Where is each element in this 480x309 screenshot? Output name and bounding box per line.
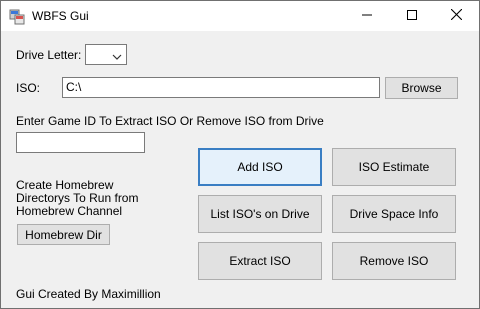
- drive-letter-select[interactable]: [85, 44, 127, 65]
- game-id-label: Enter Game ID To Extract ISO Or Remove I…: [16, 114, 324, 128]
- close-button[interactable]: [434, 1, 479, 31]
- app-window: WBFS Gui Drive Letter: ISO: C:\ Browse E…: [0, 0, 480, 309]
- app-icon: [9, 9, 25, 25]
- maximize-icon: [406, 9, 417, 23]
- add-iso-button[interactable]: Add ISO: [198, 148, 322, 186]
- list-isos-button[interactable]: List ISO's on Drive: [198, 195, 322, 233]
- maximize-button[interactable]: [389, 1, 434, 31]
- chevron-down-icon: [112, 50, 122, 64]
- drive-letter-label: Drive Letter:: [16, 48, 82, 62]
- iso-path-value: C:\: [66, 80, 82, 94]
- browse-button[interactable]: Browse: [385, 77, 458, 99]
- iso-path-input[interactable]: C:\: [62, 77, 380, 98]
- iso-label: ISO:: [16, 81, 41, 95]
- drive-space-info-button[interactable]: Drive Space Info: [332, 195, 456, 233]
- close-icon: [450, 8, 463, 23]
- game-id-input[interactable]: [16, 132, 145, 153]
- iso-estimate-button[interactable]: ISO Estimate: [332, 148, 456, 186]
- credit-text: Gui Created By Maximillion: [16, 287, 161, 301]
- window-title: WBFS Gui: [32, 9, 89, 23]
- homebrew-dir-button[interactable]: Homebrew Dir: [17, 224, 110, 245]
- title-bar[interactable]: WBFS Gui: [1, 1, 479, 31]
- minimize-icon: [361, 9, 372, 23]
- minimize-button[interactable]: [344, 1, 389, 31]
- extract-iso-button[interactable]: Extract ISO: [198, 242, 322, 280]
- homebrew-text-line1: Create Homebrew: [16, 178, 114, 192]
- remove-iso-button[interactable]: Remove ISO: [332, 242, 456, 280]
- homebrew-text-line3: Homebrew Channel: [16, 204, 123, 218]
- homebrew-text-line2: Directorys To Run from: [16, 191, 139, 205]
